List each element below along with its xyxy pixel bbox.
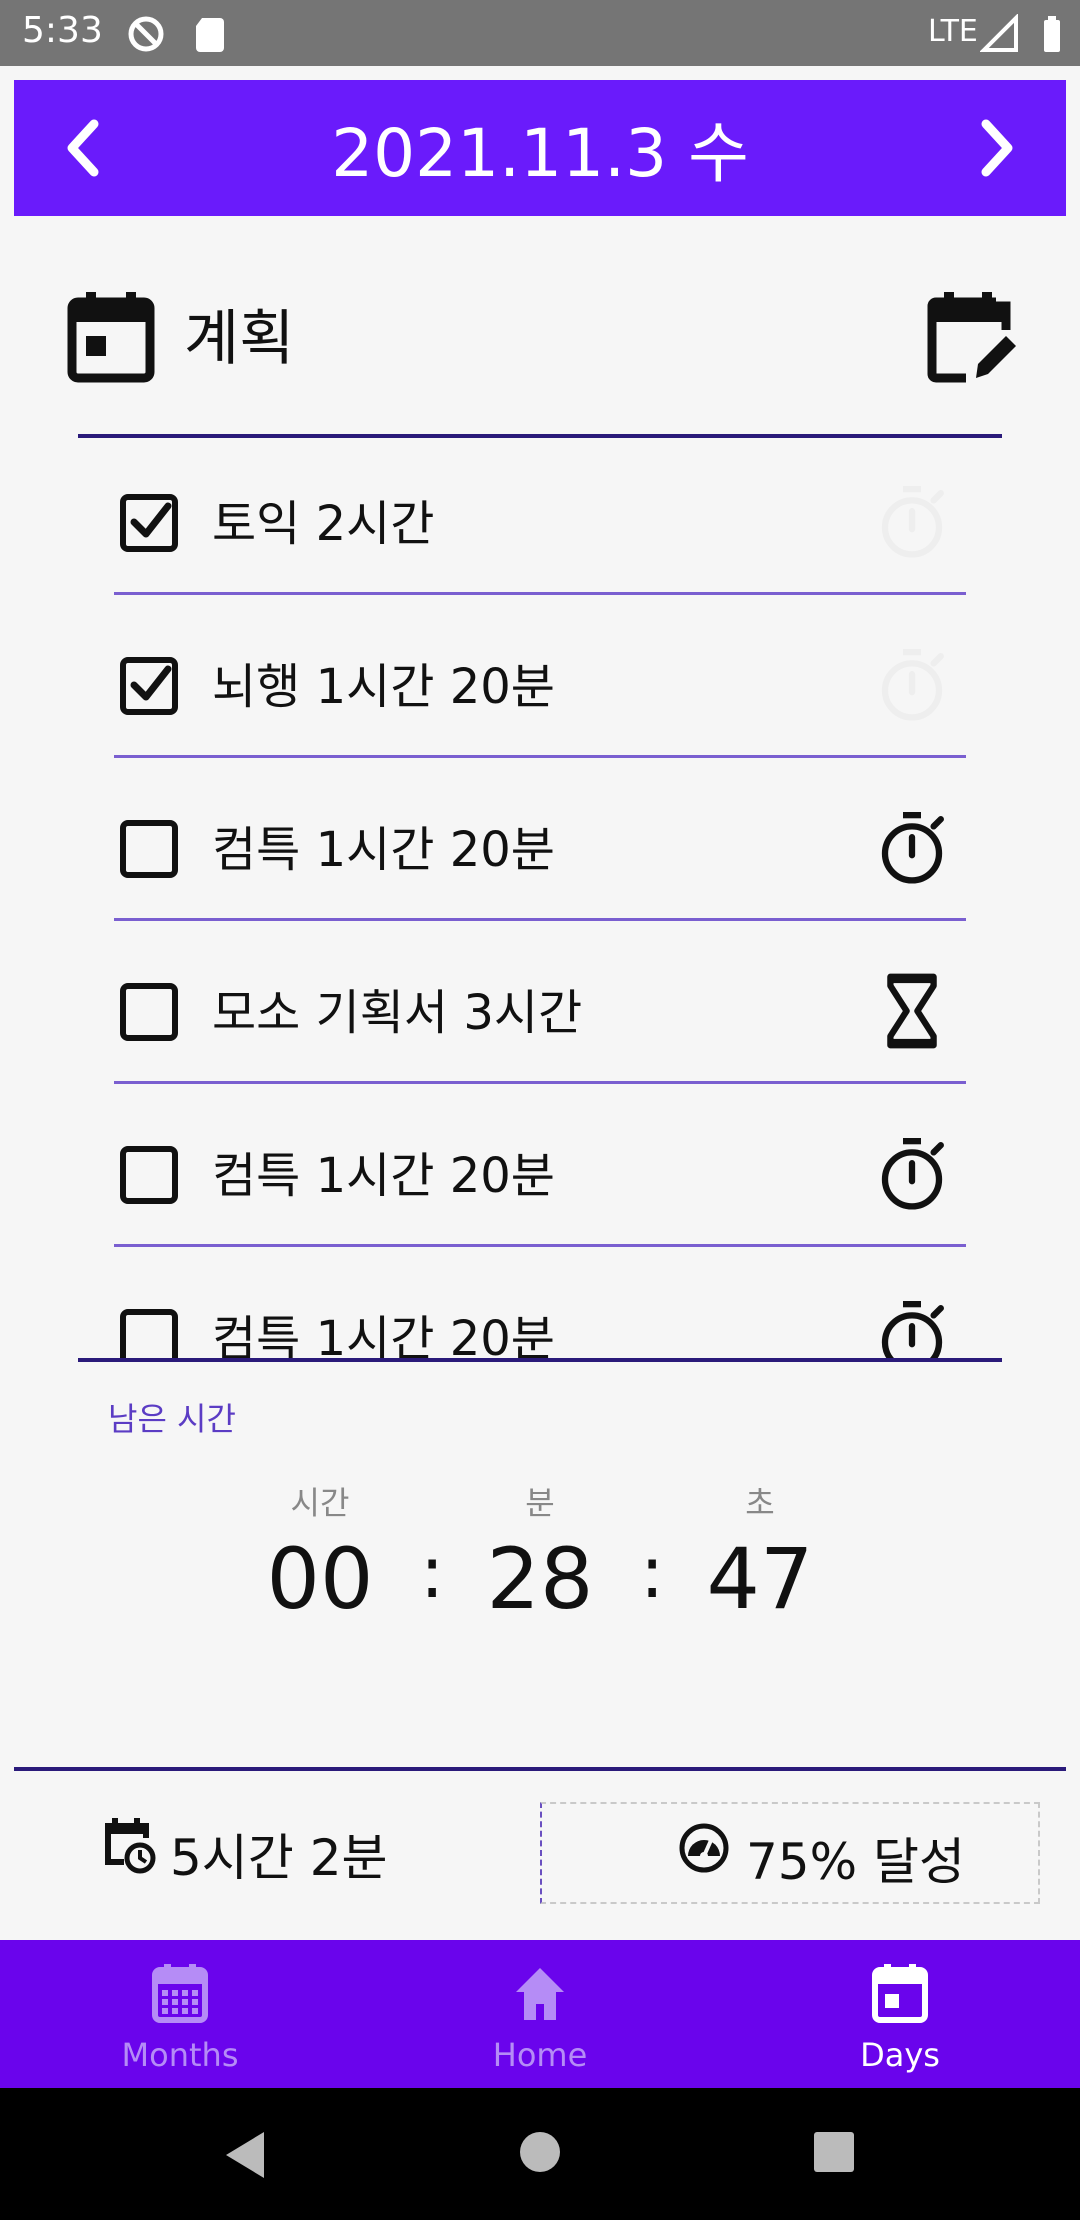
task-divider	[114, 1081, 966, 1084]
signal-icon	[980, 14, 1018, 52]
back-button[interactable]	[220, 2128, 270, 2182]
task-timer-button[interactable]	[876, 1136, 956, 1220]
task-divider	[114, 592, 966, 595]
task-label: 컴특 1시간 20분	[212, 1148, 555, 1204]
task-timer-button[interactable]	[876, 647, 956, 731]
task-list[interactable]: 토익 2시간 뇌행 1시간 20분 컴특 1시간 20분 모소 기획서 3시간 …	[0, 440, 1080, 1360]
sync-icon	[128, 16, 164, 52]
hours-value: 00	[266, 1530, 374, 1628]
calendar-icon	[67, 292, 155, 383]
date-header: 2021.11.3 수	[14, 80, 1066, 216]
next-day-button[interactable]	[960, 112, 1032, 184]
home-system-button[interactable]	[518, 2130, 562, 2174]
nav-label: Days	[860, 2036, 940, 2074]
nav-label: Home	[492, 2036, 588, 2074]
hours-unit-label: 시간	[290, 1484, 350, 1522]
stopwatch-icon	[881, 486, 944, 558]
recents-button[interactable]	[812, 2130, 856, 2174]
calendar-day-icon	[872, 1964, 928, 2023]
task-timer-button[interactable]	[876, 484, 956, 568]
minutes-value: 28	[486, 1530, 594, 1628]
task-divider	[114, 918, 966, 921]
checkbox-unchecked[interactable]	[120, 1309, 178, 1360]
nav-item-days[interactable]: Days	[720, 1940, 1080, 2088]
task-label: 토익 2시간	[212, 496, 435, 552]
plan-top-divider	[78, 434, 1002, 438]
nav-label: Months	[121, 2036, 239, 2074]
calendar-edit-icon[interactable]	[926, 290, 1018, 386]
task-divider	[114, 755, 966, 758]
achievement-text: 75% 달성	[746, 1833, 966, 1891]
status-bar: 5:33 LTE	[0, 0, 1080, 66]
date-title[interactable]: 2021.11.3 수	[14, 80, 1066, 216]
task-timer-button[interactable]	[876, 973, 956, 1057]
checkbox-unchecked[interactable]	[120, 820, 178, 878]
summary-divider	[14, 1767, 1066, 1771]
sd-card-icon	[196, 18, 224, 52]
task-row[interactable]: 뇌행 1시간 20분	[114, 603, 966, 765]
task-row[interactable]: 컴특 1시간 20분	[114, 766, 966, 928]
task-row[interactable]: 컴특 1시간 20분	[114, 1092, 966, 1254]
bottom-navigation: Months Home Days	[0, 1940, 1080, 2088]
checkbox-unchecked[interactable]	[120, 1146, 178, 1204]
speedometer-icon	[679, 1823, 729, 1873]
network-type: LTE	[928, 14, 978, 49]
stopwatch-icon	[881, 1138, 944, 1210]
nav-item-months[interactable]: Months	[0, 1940, 360, 2088]
stopwatch-icon	[881, 649, 944, 721]
total-time: 5시간 2분	[170, 1829, 388, 1887]
calendar-month-icon	[152, 1964, 208, 2023]
task-label: 컴특 1시간 20분	[212, 1311, 555, 1360]
time-separator: :	[640, 1530, 665, 1614]
stopwatch-icon	[881, 1301, 944, 1360]
nav-item-home[interactable]: Home	[360, 1940, 720, 2088]
plan-bottom-divider	[78, 1358, 1002, 1362]
home-icon	[516, 1968, 564, 2020]
remaining-time-label: 남은 시간	[108, 1400, 236, 1438]
task-row[interactable]: 모소 기획서 3시간	[114, 929, 966, 1091]
task-divider	[114, 1244, 966, 1247]
task-row[interactable]: 컴특 1시간 20분	[114, 1255, 966, 1360]
seconds-value: 47	[706, 1530, 814, 1628]
task-label: 컴특 1시간 20분	[212, 822, 555, 878]
calendar-clock-icon	[105, 1818, 156, 1874]
seconds-unit-label: 초	[745, 1484, 775, 1522]
status-time: 5:33	[22, 10, 103, 51]
checkbox-unchecked[interactable]	[120, 983, 178, 1041]
stopwatch-icon	[881, 812, 944, 884]
hourglass-icon	[887, 973, 937, 1049]
task-label: 뇌행 1시간 20분	[212, 659, 555, 715]
task-timer-button[interactable]	[876, 810, 956, 894]
time-separator: :	[420, 1530, 445, 1614]
task-row[interactable]: 토익 2시간	[114, 440, 966, 602]
checkbox-checked[interactable]	[120, 657, 178, 715]
battery-icon	[1044, 16, 1060, 52]
checkbox-checked[interactable]	[120, 494, 178, 552]
task-label: 모소 기획서 3시간	[212, 985, 583, 1041]
plan-title: 계획	[184, 304, 295, 374]
minutes-unit-label: 분	[525, 1484, 555, 1522]
task-timer-button[interactable]	[876, 1299, 956, 1360]
system-navigation-bar	[0, 2088, 1080, 2220]
